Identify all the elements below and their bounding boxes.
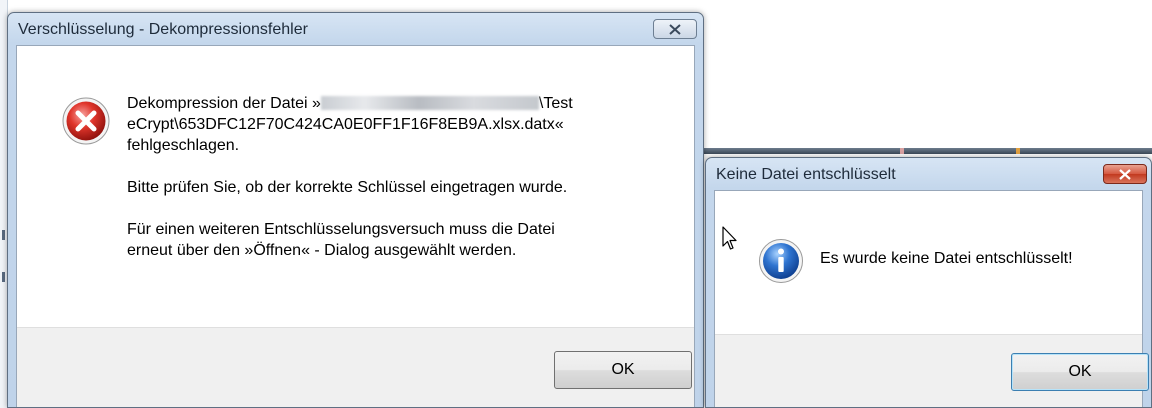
dialog-message: Es wurde keine Datei entschlüsselt! bbox=[820, 248, 1073, 269]
message-instruction-line2: erneut über den »Öffnen« - Dialog ausgew… bbox=[127, 242, 517, 259]
message-status: fehlgeschlagen. bbox=[127, 137, 240, 154]
close-icon bbox=[1119, 165, 1131, 184]
close-icon bbox=[669, 20, 681, 39]
mouse-cursor-icon bbox=[722, 226, 738, 256]
message-text: Es wurde keine Datei entschlüsselt! bbox=[820, 250, 1073, 267]
message-filename: eCrypt\653DFC12F70C424CA0E0FF1F16F8EB9A.… bbox=[127, 116, 564, 133]
background-speck bbox=[900, 148, 904, 154]
dialog-body: Dekompression der Datei » \Test eCrypt\65… bbox=[16, 45, 695, 407]
dialog-title: Keine Datei entschlüsselt bbox=[716, 166, 896, 183]
close-button[interactable] bbox=[653, 19, 697, 39]
message-suffix: \Test bbox=[538, 95, 573, 112]
message-line: Dekompression der Datei » \Test bbox=[127, 93, 573, 114]
message-instruction-line1: Für einen weiteren Entschlüsselungsversu… bbox=[127, 221, 555, 238]
background-mark bbox=[2, 272, 5, 282]
dialog-titlebar[interactable]: Verschlüsselung - Dekompressionsfehler bbox=[8, 13, 703, 45]
ok-button[interactable]: OK bbox=[554, 351, 692, 389]
error-icon bbox=[61, 96, 111, 150]
dialog-footer: OK bbox=[715, 334, 1149, 407]
decompression-error-dialog: Verschlüsselung - Dekompressionsfehler D… bbox=[7, 12, 704, 408]
message-hint: Bitte prüfen Sie, ob der korrekte Schlüs… bbox=[127, 179, 568, 196]
dialog-message: Dekompression der Datei » \Test eCrypt\65… bbox=[127, 93, 573, 261]
dialog-footer: OK bbox=[17, 327, 694, 407]
redacted-path bbox=[320, 96, 539, 110]
close-button[interactable] bbox=[1103, 164, 1147, 184]
background-toolbar-strip bbox=[700, 148, 1152, 154]
info-icon bbox=[758, 238, 804, 288]
dialog-title: Verschlüsselung - Dekompressionsfehler bbox=[18, 21, 308, 38]
message-prefix: Dekompression der Datei » bbox=[127, 95, 321, 112]
no-decryption-dialog: Keine Datei entschlüsselt Es wurde keine… bbox=[705, 157, 1152, 408]
background-mark bbox=[2, 230, 5, 240]
ok-button[interactable]: OK bbox=[1011, 353, 1149, 391]
dialog-titlebar[interactable]: Keine Datei entschlüsselt bbox=[706, 158, 1151, 190]
dialog-body: Es wurde keine Datei entschlüsselt! OK bbox=[714, 190, 1149, 407]
background-window bbox=[700, 0, 1152, 150]
background-speck bbox=[1016, 148, 1020, 154]
